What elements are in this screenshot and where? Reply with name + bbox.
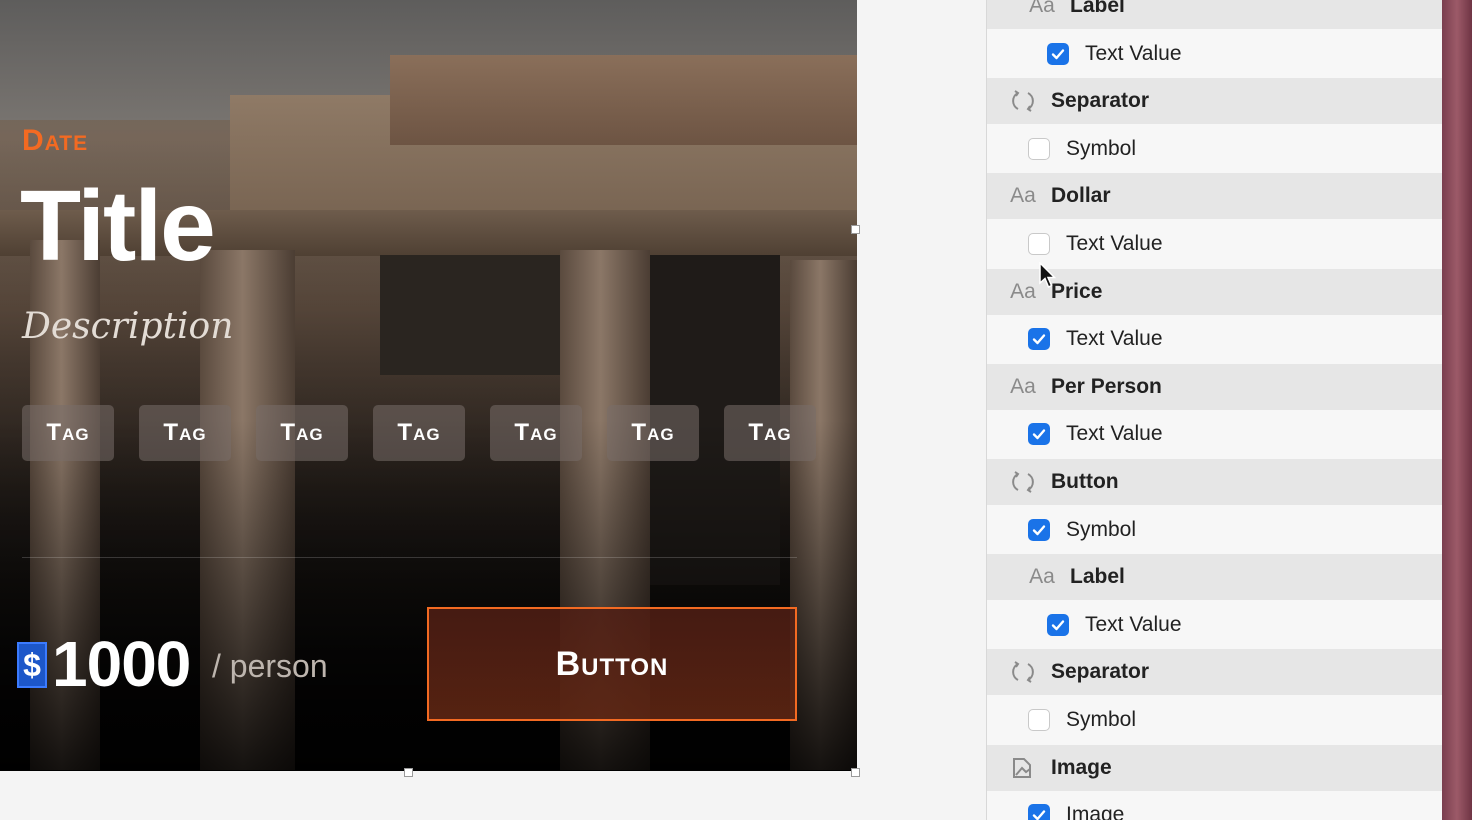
text-icon: Aa: [1010, 184, 1036, 208]
inspector-group-row[interactable]: Separator: [987, 649, 1443, 696]
inspector-override-label: Text Value: [1085, 41, 1182, 65]
checkbox-unchecked[interactable]: [1028, 233, 1050, 255]
inspector-override-label: Text Value: [1066, 327, 1163, 351]
description-label[interactable]: Description: [22, 306, 233, 347]
tag-chip[interactable]: Tag: [607, 405, 699, 461]
tag-chip[interactable]: Tag: [139, 405, 231, 461]
card-preview[interactable]: Date Title Description Tag Tag Tag Tag T…: [0, 0, 857, 771]
checkbox-checked[interactable]: [1028, 518, 1050, 541]
inspector-override-label: Symbol: [1066, 136, 1137, 160]
inspector-group-row[interactable]: Image: [987, 744, 1443, 791]
dollar-symbol-selected[interactable]: $: [17, 642, 47, 688]
inspector-group-label: Separator: [1051, 89, 1150, 113]
inspector-override-row[interactable]: Text Value: [987, 30, 1443, 77]
title-label[interactable]: Title: [20, 176, 216, 276]
inspector-override-label: Image: [1066, 803, 1125, 820]
inspector-panel: Aa Label Text Value Separator Symbol Aa Dollar…: [986, 0, 1443, 820]
tag-chip[interactable]: Tag: [490, 405, 582, 461]
card-button[interactable]: Button: [427, 607, 797, 721]
inspector-group-row[interactable]: Aa Label: [987, 554, 1443, 601]
tag-chip[interactable]: Tag: [22, 405, 114, 461]
resize-handle-bottom-right[interactable]: [851, 768, 860, 777]
checkmark-icon: [1032, 524, 1046, 535]
window-background-edge: [1442, 0, 1472, 820]
inspector-group-label: Per Person: [1051, 374, 1162, 398]
date-label[interactable]: Date: [22, 124, 88, 158]
inspector-group-label: Image: [1051, 755, 1112, 779]
inspector-group-label: Separator: [1051, 660, 1150, 684]
checkmark-icon: [1032, 429, 1046, 440]
text-icon: Aa: [1029, 565, 1055, 589]
inspector-override-label: Symbol: [1066, 517, 1137, 541]
inspector-override-row[interactable]: Text Value: [987, 316, 1443, 363]
image-icon: [1009, 754, 1037, 782]
tag-chip[interactable]: Tag: [256, 405, 348, 461]
text-icon: Aa: [1010, 279, 1036, 303]
resize-handle-right[interactable]: [851, 225, 860, 234]
inspector-group-row[interactable]: Aa Label: [987, 0, 1443, 29]
text-icon: Aa: [1010, 374, 1036, 398]
checkbox-checked[interactable]: [1047, 613, 1069, 636]
inspector-override-label: Text Value: [1066, 232, 1163, 255]
background-temple-cornice: [390, 55, 857, 145]
inspector-group-label: Price: [1051, 279, 1103, 303]
inspector-group-row[interactable]: Aa Dollar: [987, 173, 1443, 220]
inspector-group-label: Dollar: [1051, 184, 1111, 208]
checkbox-checked[interactable]: [1028, 804, 1050, 820]
inspector-group-row[interactable]: Button: [987, 459, 1443, 505]
mouse-pointer-icon: [1039, 262, 1057, 289]
inspector-group-label: Label: [1070, 0, 1125, 17]
checkmark-icon: [1032, 810, 1046, 820]
resize-handle-bottom[interactable]: [404, 768, 413, 777]
inspector-override-row[interactable]: Text Value: [987, 411, 1443, 458]
checkmark-icon: [1051, 48, 1065, 59]
inspector-override-row[interactable]: Symbol: [987, 506, 1443, 553]
background-temple-gap: [380, 255, 560, 375]
symbol-icon: [1009, 658, 1037, 686]
checkbox-checked[interactable]: [1028, 423, 1050, 446]
checkbox-checked[interactable]: [1047, 42, 1069, 65]
inspector-override-row[interactable]: Symbol: [987, 125, 1443, 172]
inspector-override-row[interactable]: Text Value: [987, 601, 1443, 648]
per-person-label[interactable]: / person: [212, 648, 328, 685]
inspector-override-row[interactable]: Text Value: [987, 221, 1443, 267]
inspector-group-row[interactable]: Aa Per Person: [987, 363, 1443, 410]
price-label[interactable]: 1000: [52, 632, 191, 696]
checkbox-checked[interactable]: [1028, 328, 1050, 351]
inspector-override-row[interactable]: Image: [987, 792, 1443, 820]
tag-chip[interactable]: Tag: [373, 405, 465, 461]
inspector-group-label: Button: [1051, 470, 1119, 493]
inspector-override-label: Text Value: [1066, 422, 1163, 446]
inspector-group-row[interactable]: Separator: [987, 78, 1443, 125]
text-icon: Aa: [1029, 0, 1055, 17]
symbol-icon: [1009, 468, 1037, 496]
inspector-override-row[interactable]: Symbol: [987, 697, 1443, 743]
inspector-override-label: Symbol: [1066, 708, 1137, 731]
checkbox-unchecked[interactable]: [1028, 137, 1050, 160]
symbol-icon: [1009, 87, 1037, 115]
checkmark-icon: [1032, 334, 1046, 345]
card-divider: [22, 557, 797, 558]
checkmark-icon: [1051, 620, 1065, 630]
inspector-group-label: Label: [1070, 565, 1125, 589]
inspector-override-label: Text Value: [1085, 612, 1182, 636]
checkbox-unchecked[interactable]: [1028, 709, 1050, 731]
tag-chip[interactable]: Tag: [724, 405, 816, 461]
